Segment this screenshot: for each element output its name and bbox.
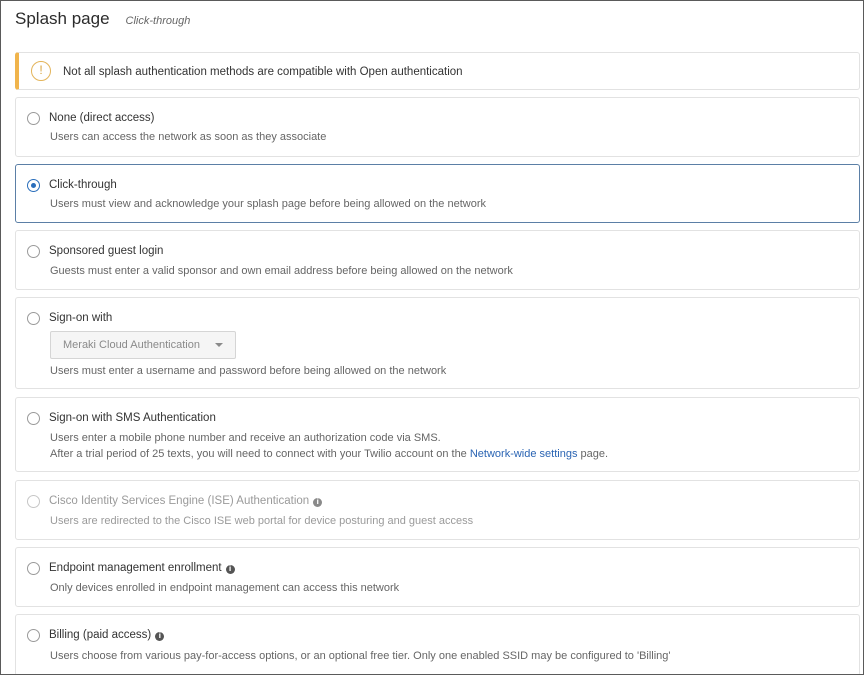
info-icon[interactable]: i [155,632,165,641]
option-click-through[interactable]: Click-through Users must view and acknow… [15,164,860,223]
option-label: Sign-on with SMS Authentication [49,412,216,424]
radio-sms-authentication[interactable] [27,412,40,425]
radio-sign-on-with[interactable] [27,312,40,325]
info-icon[interactable]: i [225,565,235,574]
option-endpoint-management[interactable]: Endpoint management enrollment i Only dev… [15,547,860,607]
option-description: Users choose from various pay-for-access… [50,650,671,662]
page-title: Splash page [15,9,110,28]
network-wide-settings-link[interactable]: Network-wide settings [470,448,578,460]
page-header: Splash page Click-through [15,9,190,29]
info-icon[interactable]: i [313,498,323,507]
option-label: Click-through [49,179,117,191]
option-description: Only devices enrolled in endpoint manage… [50,582,400,594]
option-none[interactable]: None (direct access) Users can access th… [15,97,860,157]
splash-page-panel: Splash page Click-through ! Not all spla… [0,0,864,675]
auth-method-dropdown[interactable]: Meraki Cloud Authentication [50,331,236,359]
option-description: Users enter a mobile phone number and re… [50,432,441,444]
option-label: Sponsored guest login [49,245,164,257]
option-sms-authentication[interactable]: Sign-on with SMS Authentication Users en… [15,397,860,472]
option-description: Users are redirected to the Cisco ISE we… [50,515,474,527]
option-label: None (direct access) [49,112,155,124]
option-description: Users must enter a username and password… [50,365,447,377]
option-cisco-ise: Cisco Identity Services Engine (ISE) Aut… [15,480,860,540]
radio-cisco-ise [27,495,40,508]
radio-sponsored-guest-login[interactable] [27,245,40,258]
trial-text: After a trial period of 25 texts, you wi… [50,448,470,460]
warning-banner: ! Not all splash authentication methods … [15,52,860,90]
radio-billing[interactable] [27,629,40,642]
option-description: Users must view and acknowledge your spl… [50,198,486,210]
option-sign-on-with[interactable]: Sign-on with Meraki Cloud Authentication… [15,297,860,389]
option-description: Guests must enter a valid sponsor and ow… [50,265,513,277]
exclamation-circle-icon: ! [31,61,51,81]
page-subtitle: Click-through [125,15,191,27]
option-description-trial: After a trial period of 25 texts, you wi… [50,448,608,460]
trial-suffix: page. [577,448,609,460]
option-label: Endpoint management enrollment i [49,562,235,574]
dropdown-value: Meraki Cloud Authentication [63,339,200,351]
radio-none[interactable] [27,112,40,125]
caret-down-icon [215,343,223,347]
option-description: Users can access the network as soon as … [50,131,327,143]
warning-text: Not all splash authentication methods ar… [63,66,463,78]
option-label: Cisco Identity Services Engine (ISE) Aut… [49,495,323,507]
radio-endpoint-management[interactable] [27,562,40,575]
option-billing[interactable]: Billing (paid access) i Users choose from… [15,614,860,674]
radio-click-through[interactable] [27,179,40,192]
option-sponsored-guest-login[interactable]: Sponsored guest login Guests must enter … [15,230,860,290]
option-label: Billing (paid access) i [49,629,165,641]
option-label: Sign-on with [49,312,113,324]
